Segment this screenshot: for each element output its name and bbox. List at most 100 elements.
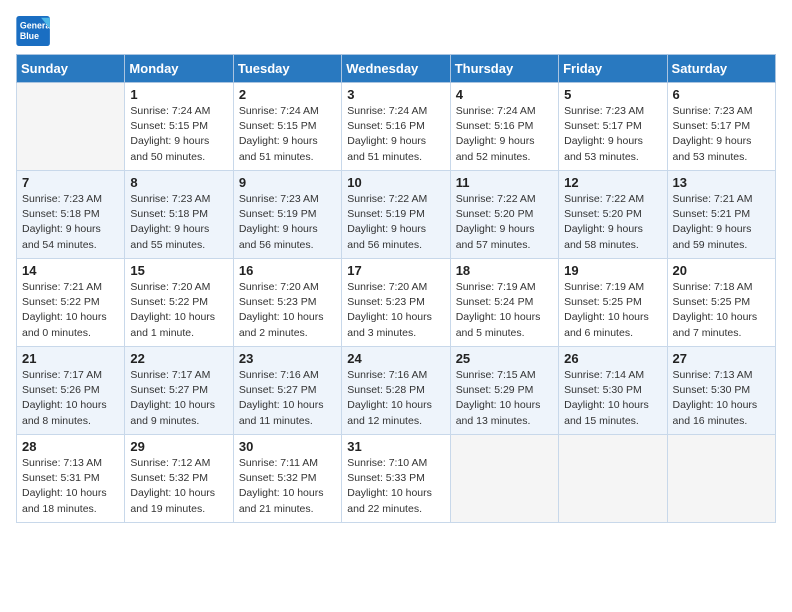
day-number: 12 (564, 175, 661, 190)
day-number: 1 (130, 87, 227, 102)
weekday-header: Saturday (667, 55, 775, 83)
day-info: Sunrise: 7:19 AM Sunset: 5:24 PM Dayligh… (456, 280, 553, 341)
day-info: Sunrise: 7:23 AM Sunset: 5:17 PM Dayligh… (564, 104, 661, 165)
day-number: 14 (22, 263, 119, 278)
day-number: 6 (673, 87, 770, 102)
day-number: 26 (564, 351, 661, 366)
calendar-cell: 10 Sunrise: 7:22 AM Sunset: 5:19 PM Dayli… (342, 171, 450, 259)
day-number: 17 (347, 263, 444, 278)
day-number: 5 (564, 87, 661, 102)
day-number: 24 (347, 351, 444, 366)
calendar-cell: 3 Sunrise: 7:24 AM Sunset: 5:16 PM Daylig… (342, 83, 450, 171)
calendar-cell: 19 Sunrise: 7:19 AM Sunset: 5:25 PM Dayli… (559, 259, 667, 347)
day-number: 23 (239, 351, 336, 366)
day-number: 11 (456, 175, 553, 190)
day-info: Sunrise: 7:24 AM Sunset: 5:16 PM Dayligh… (347, 104, 444, 165)
day-info: Sunrise: 7:22 AM Sunset: 5:20 PM Dayligh… (564, 192, 661, 253)
day-info: Sunrise: 7:14 AM Sunset: 5:30 PM Dayligh… (564, 368, 661, 429)
day-number: 31 (347, 439, 444, 454)
day-info: Sunrise: 7:23 AM Sunset: 5:17 PM Dayligh… (673, 104, 770, 165)
day-number: 4 (456, 87, 553, 102)
day-info: Sunrise: 7:16 AM Sunset: 5:28 PM Dayligh… (347, 368, 444, 429)
calendar-cell: 15Sunrise: 7:20 AM Sunset: 5:22 PM Dayli… (125, 259, 233, 347)
calendar-cell: 17 Sunrise: 7:20 AM Sunset: 5:23 PM Dayli… (342, 259, 450, 347)
day-info: Sunrise: 7:18 AM Sunset: 5:25 PM Dayligh… (673, 280, 770, 341)
day-number: 29 (130, 439, 227, 454)
logo-icon: General Blue (16, 16, 52, 46)
day-info: Sunrise: 7:17 AM Sunset: 5:26 PM Dayligh… (22, 368, 119, 429)
day-info: Sunrise: 7:17 AM Sunset: 5:27 PM Dayligh… (130, 368, 227, 429)
calendar-cell: 1 Sunrise: 7:24 AM Sunset: 5:15 PM Daylig… (125, 83, 233, 171)
calendar-cell: 28 Sunrise: 7:13 AM Sunset: 5:31 PM Dayli… (17, 435, 125, 523)
calendar-cell: 4Sunrise: 7:24 AM Sunset: 5:16 PM Daylig… (450, 83, 558, 171)
day-info: Sunrise: 7:23 AM Sunset: 5:19 PM Dayligh… (239, 192, 336, 253)
day-number: 7 (22, 175, 119, 190)
day-info: Sunrise: 7:21 AM Sunset: 5:21 PM Dayligh… (673, 192, 770, 253)
calendar-cell: 21 Sunrise: 7:17 AM Sunset: 5:26 PM Dayli… (17, 347, 125, 435)
calendar-cell: 31Sunrise: 7:10 AM Sunset: 5:33 PM Dayli… (342, 435, 450, 523)
day-number: 18 (456, 263, 553, 278)
calendar-cell: 13Sunrise: 7:21 AM Sunset: 5:21 PM Dayli… (667, 171, 775, 259)
day-number: 10 (347, 175, 444, 190)
day-number: 22 (130, 351, 227, 366)
day-number: 25 (456, 351, 553, 366)
day-number: 19 (564, 263, 661, 278)
calendar-cell: 26 Sunrise: 7:14 AM Sunset: 5:30 PM Dayli… (559, 347, 667, 435)
day-info: Sunrise: 7:20 AM Sunset: 5:23 PM Dayligh… (347, 280, 444, 341)
day-number: 20 (673, 263, 770, 278)
calendar-table: SundayMondayTuesdayWednesdayThursdayFrid… (16, 54, 776, 523)
calendar-cell: 30 Sunrise: 7:11 AM Sunset: 5:32 PM Dayli… (233, 435, 341, 523)
calendar-cell: 23 Sunrise: 7:16 AM Sunset: 5:27 PM Dayli… (233, 347, 341, 435)
day-info: Sunrise: 7:22 AM Sunset: 5:19 PM Dayligh… (347, 192, 444, 253)
day-info: Sunrise: 7:22 AM Sunset: 5:20 PM Dayligh… (456, 192, 553, 253)
day-info: Sunrise: 7:21 AM Sunset: 5:22 PM Dayligh… (22, 280, 119, 341)
day-info: Sunrise: 7:16 AM Sunset: 5:27 PM Dayligh… (239, 368, 336, 429)
calendar-week: 28 Sunrise: 7:13 AM Sunset: 5:31 PM Dayli… (17, 435, 776, 523)
day-info: Sunrise: 7:23 AM Sunset: 5:18 PM Dayligh… (130, 192, 227, 253)
calendar-cell: 25Sunrise: 7:15 AM Sunset: 5:29 PM Dayli… (450, 347, 558, 435)
day-number: 15 (130, 263, 227, 278)
day-info: Sunrise: 7:12 AM Sunset: 5:32 PM Dayligh… (130, 456, 227, 517)
calendar-cell (17, 83, 125, 171)
calendar-week: 1 Sunrise: 7:24 AM Sunset: 5:15 PM Daylig… (17, 83, 776, 171)
day-number: 21 (22, 351, 119, 366)
calendar-cell: 12 Sunrise: 7:22 AM Sunset: 5:20 PM Dayli… (559, 171, 667, 259)
calendar-cell: 6 Sunrise: 7:23 AM Sunset: 5:17 PM Daylig… (667, 83, 775, 171)
day-info: Sunrise: 7:13 AM Sunset: 5:31 PM Dayligh… (22, 456, 119, 517)
calendar-cell: 29 Sunrise: 7:12 AM Sunset: 5:32 PM Dayli… (125, 435, 233, 523)
day-info: Sunrise: 7:23 AM Sunset: 5:18 PM Dayligh… (22, 192, 119, 253)
calendar-week: 14 Sunrise: 7:21 AM Sunset: 5:22 PM Dayli… (17, 259, 776, 347)
calendar-cell: 20 Sunrise: 7:18 AM Sunset: 5:25 PM Dayli… (667, 259, 775, 347)
weekday-header: Monday (125, 55, 233, 83)
calendar-week: 7 Sunrise: 7:23 AM Sunset: 5:18 PM Daylig… (17, 171, 776, 259)
weekday-header: Friday (559, 55, 667, 83)
day-number: 9 (239, 175, 336, 190)
calendar-cell: 27 Sunrise: 7:13 AM Sunset: 5:30 PM Dayli… (667, 347, 775, 435)
calendar-cell: 14 Sunrise: 7:21 AM Sunset: 5:22 PM Dayli… (17, 259, 125, 347)
day-number: 2 (239, 87, 336, 102)
day-info: Sunrise: 7:13 AM Sunset: 5:30 PM Dayligh… (673, 368, 770, 429)
calendar-cell: 7 Sunrise: 7:23 AM Sunset: 5:18 PM Daylig… (17, 171, 125, 259)
calendar-cell: 11 Sunrise: 7:22 AM Sunset: 5:20 PM Dayli… (450, 171, 558, 259)
calendar-week: 21 Sunrise: 7:17 AM Sunset: 5:26 PM Dayli… (17, 347, 776, 435)
calendar-cell: 16Sunrise: 7:20 AM Sunset: 5:23 PM Dayli… (233, 259, 341, 347)
svg-text:Blue: Blue (20, 31, 39, 41)
day-number: 27 (673, 351, 770, 366)
day-number: 30 (239, 439, 336, 454)
calendar-cell (450, 435, 558, 523)
calendar-cell: 9 Sunrise: 7:23 AM Sunset: 5:19 PM Daylig… (233, 171, 341, 259)
day-info: Sunrise: 7:11 AM Sunset: 5:32 PM Dayligh… (239, 456, 336, 517)
day-number: 28 (22, 439, 119, 454)
day-info: Sunrise: 7:20 AM Sunset: 5:23 PM Dayligh… (239, 280, 336, 341)
weekday-header: Tuesday (233, 55, 341, 83)
day-number: 3 (347, 87, 444, 102)
calendar-cell: 18 Sunrise: 7:19 AM Sunset: 5:24 PM Dayli… (450, 259, 558, 347)
day-info: Sunrise: 7:19 AM Sunset: 5:25 PM Dayligh… (564, 280, 661, 341)
day-number: 8 (130, 175, 227, 190)
weekday-header: Wednesday (342, 55, 450, 83)
calendar-cell: 24 Sunrise: 7:16 AM Sunset: 5:28 PM Dayli… (342, 347, 450, 435)
day-info: Sunrise: 7:24 AM Sunset: 5:15 PM Dayligh… (239, 104, 336, 165)
logo: General Blue (16, 16, 56, 46)
calendar-cell (559, 435, 667, 523)
day-info: Sunrise: 7:24 AM Sunset: 5:15 PM Dayligh… (130, 104, 227, 165)
